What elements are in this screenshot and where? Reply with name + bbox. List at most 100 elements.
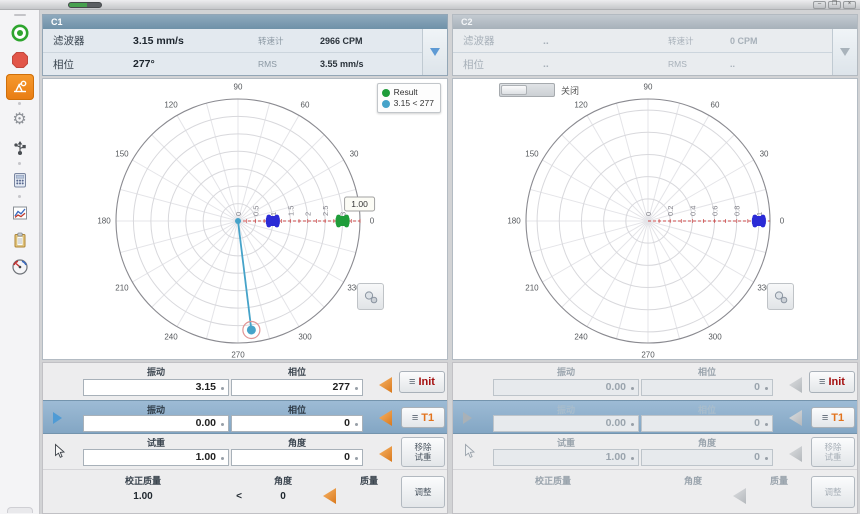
phase-label: 相位 <box>641 365 773 378</box>
svg-text:30: 30 <box>760 150 769 159</box>
vibration-input: 0.00 <box>493 379 639 396</box>
apply-arrow-icon[interactable] <box>323 488 336 504</box>
c2-result-row: 校正质量 角度 质量 调整 <box>453 470 857 513</box>
chart-options-button[interactable] <box>357 283 384 310</box>
toggle-knob <box>501 85 527 95</box>
apply-arrow-icon <box>733 488 746 504</box>
sidebar-separator <box>18 162 21 165</box>
panel-c2: C2 滤波器 .. 转速计 0 CPM 相位 .. RMS .. <box>452 14 858 514</box>
chart-options-button[interactable] <box>767 283 794 310</box>
filter-value: 3.15 mm/s <box>133 35 258 47</box>
settings-gear-icon[interactable]: ⚙ <box>6 107 34 133</box>
svg-text:120: 120 <box>164 100 178 109</box>
panel-c1: C1 滤波器 3.15 mm/s 转速计 2966 CPM 相位 277° RM… <box>42 14 448 514</box>
rms-label: RMS <box>668 59 730 69</box>
svg-text:0.4: 0.4 <box>688 206 697 216</box>
cursor-icon <box>463 443 476 459</box>
menu-icon: ≡ <box>409 377 415 387</box>
sidebar-resize-grip[interactable] <box>7 507 33 513</box>
stop-icon[interactable] <box>6 47 34 73</box>
c2-t1-row: 振动 相位 0.00 0 ≡T1 <box>453 400 857 434</box>
apply-arrow-icon <box>789 446 802 462</box>
sidebar-toolbar: ⚙ <box>0 10 40 514</box>
c1-expand-button[interactable] <box>422 29 447 75</box>
calculator-icon[interactable] <box>6 167 34 193</box>
apply-arrow-icon[interactable] <box>379 377 392 393</box>
svg-text:150: 150 <box>115 150 129 159</box>
c1-trial-weight-row: 试重 角度 1.00 0 移除试重 <box>43 434 447 470</box>
phase-label: 相位 <box>453 57 543 72</box>
trial-weight-input: 1.00 <box>493 449 639 466</box>
restore-icon[interactable]: ❐ <box>828 1 841 9</box>
svg-text:210: 210 <box>525 284 539 293</box>
channel-toggle-group: 关闭 <box>499 83 579 97</box>
t1-button[interactable]: ≡T1 <box>401 407 445 428</box>
svg-text:2.5: 2.5 <box>321 206 330 216</box>
balancing-icon[interactable] <box>6 74 34 100</box>
rms-value: .. <box>730 59 825 69</box>
svg-text:90: 90 <box>644 83 653 92</box>
menu-icon: ≡ <box>822 413 828 423</box>
svg-text:2: 2 <box>304 212 313 216</box>
c1-control-block: 振动 相位 3.15 277 ≡Init 振动 相位 0.00 0 ≡T1 试重 <box>42 362 448 514</box>
close-icon[interactable]: × <box>843 1 856 9</box>
apply-arrow-icon[interactable] <box>379 410 392 426</box>
spinner-dot-icon <box>221 387 224 390</box>
report-clipboard-icon[interactable] <box>6 227 34 253</box>
angle-input: 0 <box>641 449 773 466</box>
apply-arrow-icon[interactable] <box>379 446 392 462</box>
svg-text:60: 60 <box>301 100 310 109</box>
record-icon[interactable] <box>6 20 34 46</box>
spinner-dot-icon <box>765 387 768 390</box>
spinner-dot-icon <box>631 423 634 426</box>
rms-label: RMS <box>258 59 320 69</box>
chart-legend: Result 3.15 < 277 <box>377 83 441 113</box>
spinner-dot-icon <box>355 457 358 460</box>
angle-input[interactable]: 0 <box>231 449 363 466</box>
vibration-input[interactable]: 0.00 <box>83 415 229 432</box>
svg-text:0.6: 0.6 <box>711 206 720 216</box>
c1-header-values: 滤波器 3.15 mm/s 转速计 2966 CPM 相位 277° RMS 3… <box>43 29 422 75</box>
titlebar-progress-fill <box>69 3 87 7</box>
svg-text:0.5: 0.5 <box>251 206 260 216</box>
t1-button[interactable]: ≡T1 <box>811 407 855 428</box>
svg-text:1.00: 1.00 <box>351 199 368 209</box>
polar-chart: 00.511.522.53030609012015018021024027030… <box>43 79 447 359</box>
trial-weight-label: 试重 <box>493 436 639 449</box>
trial-weight-input[interactable]: 1.00 <box>83 449 229 466</box>
rms-value: 3.55 mm/s <box>320 59 415 69</box>
minimize-icon[interactable]: – <box>813 1 826 9</box>
usb-icon[interactable] <box>6 134 34 160</box>
sidebar-grip[interactable] <box>14 14 26 16</box>
phase-input[interactable]: 0 <box>231 415 363 432</box>
svg-text:0: 0 <box>370 217 375 226</box>
spinner-dot-icon <box>765 457 768 460</box>
sidebar-separator <box>18 102 21 105</box>
remove-trial-weight-button[interactable]: 移除试重 <box>401 437 445 467</box>
sidebar-separator <box>18 195 21 198</box>
menu-icon: ≡ <box>412 413 418 423</box>
play-arrow-icon <box>463 412 472 424</box>
chevron-down-icon <box>840 48 850 56</box>
trend-chart-icon[interactable] <box>6 200 34 226</box>
trial-weight-label: 试重 <box>83 436 229 449</box>
c2-expand-button[interactable] <box>832 29 857 75</box>
init-button[interactable]: ≡Init <box>399 371 445 393</box>
init-button[interactable]: ≡Init <box>809 371 855 393</box>
spinner-dot-icon <box>221 457 224 460</box>
svg-text:1.5: 1.5 <box>286 206 295 216</box>
tachometer-label: 转速计 <box>668 35 730 47</box>
c1-panel-title: C1 <box>43 15 447 29</box>
svg-text:120: 120 <box>574 100 588 109</box>
phase-input[interactable]: 277 <box>231 379 363 396</box>
channel-toggle-switch[interactable] <box>499 83 555 97</box>
filter-value: .. <box>543 35 668 47</box>
vibration-input[interactable]: 3.15 <box>83 379 229 396</box>
c2-control-block: 振动 相位 0.00 0 ≡Init 振动 相位 0.00 0 ≡T1 试重 <box>452 362 858 514</box>
spinner-dot-icon <box>355 387 358 390</box>
adjust-button[interactable]: 调整 <box>401 476 445 508</box>
filter-label: 滤波器 <box>453 33 543 48</box>
apply-arrow-icon <box>789 377 802 393</box>
adjust-button: 调整 <box>811 476 855 508</box>
gauge-icon[interactable] <box>6 254 34 280</box>
